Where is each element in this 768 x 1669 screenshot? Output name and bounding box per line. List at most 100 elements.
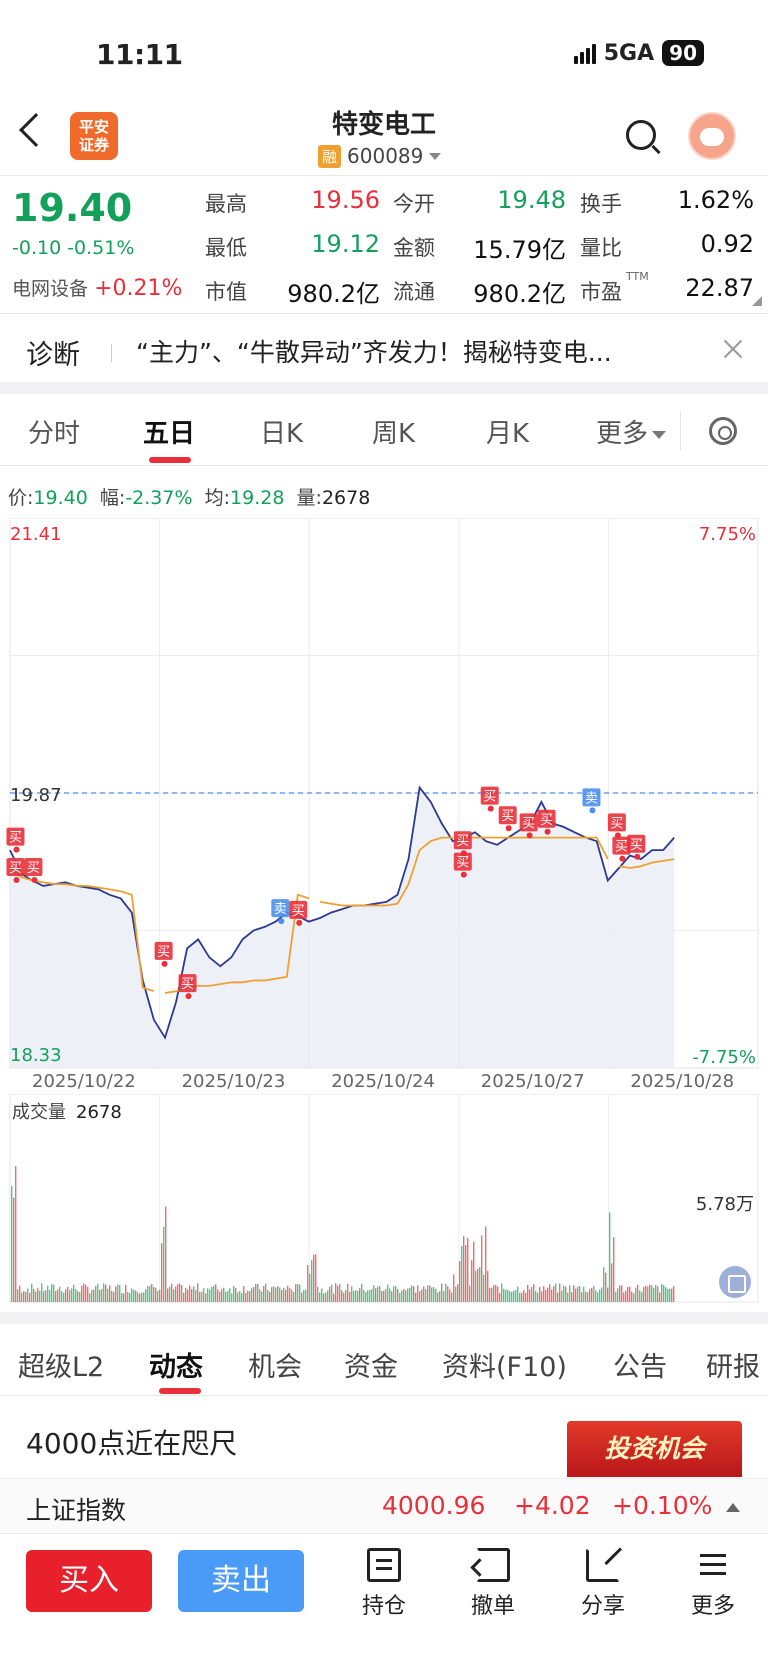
chevron-up-icon[interactable] [726, 1503, 740, 1512]
active-tab-indicator [149, 457, 191, 463]
volume-bar [239, 1291, 241, 1302]
volume-bar [535, 1290, 537, 1302]
volume-bar [231, 1293, 233, 1302]
chart-tab[interactable]: 周K [372, 413, 415, 450]
more-button[interactable]: 更多 [673, 1548, 753, 1620]
volume-bar [481, 1235, 483, 1302]
volume-bar [91, 1289, 93, 1302]
expand-icon[interactable] [719, 1266, 751, 1298]
volume-bar [243, 1286, 245, 1302]
info-tab[interactable]: 资料(F10) [442, 1345, 567, 1384]
volume-bar [437, 1292, 439, 1302]
volume-bar [567, 1292, 569, 1302]
volume-bar [607, 1287, 609, 1302]
volume-bar [257, 1283, 259, 1302]
volume-bar [183, 1292, 185, 1302]
volume-bar [467, 1237, 469, 1302]
volume-bar [669, 1288, 671, 1302]
chart-tab[interactable]: 更多 [596, 413, 667, 450]
chart-tab[interactable]: 五日 [143, 413, 195, 450]
chart-tab[interactable]: 分时 [28, 413, 80, 450]
volume-bar [591, 1287, 593, 1302]
quote-label: 市值 [205, 280, 247, 304]
info-tab[interactable]: 公告 [613, 1345, 667, 1384]
gear-icon[interactable] [709, 417, 737, 445]
intraday-5day-chart[interactable]: 买买 买买买卖 买买买买买买买卖买买买 [0, 518, 768, 1088]
volume-bar [245, 1293, 247, 1302]
close-icon[interactable] [722, 338, 744, 360]
volume-bar [251, 1288, 253, 1302]
volume-bar [215, 1284, 217, 1302]
volume-bar [551, 1289, 553, 1302]
ad-banner[interactable]: 投资机会 [567, 1421, 742, 1477]
volume-bar [273, 1286, 275, 1302]
section-gap-2 [0, 1312, 768, 1324]
quote-label: 市盈 [580, 280, 622, 304]
date-tick-label: 2025/10/27 [480, 1071, 585, 1092]
volume-chart[interactable] [0, 1094, 768, 1304]
trade-marker-label: 买 [292, 904, 305, 919]
volume-bar [329, 1286, 331, 1302]
quote-value: 22.87 [685, 274, 754, 302]
volume-bar [661, 1284, 663, 1302]
volume-bar [589, 1289, 591, 1302]
volume-bar [601, 1287, 603, 1302]
volume-bar [587, 1292, 589, 1302]
avatar[interactable] [688, 112, 736, 160]
volume-bar [483, 1274, 485, 1302]
search-icon[interactable] [626, 120, 656, 150]
volume-bar [435, 1288, 437, 1302]
index-change: +4.02 [514, 1491, 591, 1520]
chart-tab[interactable]: 日K [260, 413, 303, 450]
hold-button[interactable]: 持仓 [344, 1548, 424, 1620]
volume-bar [401, 1290, 403, 1302]
volume-bar [89, 1293, 91, 1302]
volume-bar [367, 1290, 369, 1302]
trade-marker-label: 买 [630, 838, 643, 853]
volume-bar [227, 1290, 229, 1302]
volume-bar [539, 1287, 541, 1302]
volume-bar [289, 1288, 291, 1302]
volume-bar [515, 1290, 517, 1302]
volume-bar [191, 1288, 193, 1302]
volume-bar [159, 1289, 161, 1302]
volume-bar [121, 1293, 123, 1302]
sector-info[interactable]: 电网设备 +0.21% [12, 274, 182, 301]
quote-label: 换手 [580, 192, 622, 216]
trade-marker-dot [296, 919, 303, 926]
volume-bar [543, 1286, 545, 1302]
info-tab[interactable]: 机会 [248, 1345, 302, 1384]
info-tab[interactable]: 超级L2 [18, 1345, 104, 1384]
volume-bar [261, 1291, 263, 1302]
info-tab[interactable]: 资金 [344, 1345, 398, 1384]
trade-marker-label: 买 [540, 813, 553, 828]
volume-bar [341, 1290, 343, 1302]
news-title[interactable]: 4000点近在咫尺 [26, 1422, 237, 1462]
volume-bar [377, 1286, 379, 1302]
volume-bar [557, 1292, 559, 1302]
volume-bar [111, 1290, 113, 1302]
cancel-order-button[interactable]: 撤单 [453, 1548, 533, 1620]
volume-bar [439, 1291, 441, 1302]
volume-bar [129, 1292, 131, 1302]
quote-value: 980.2亿 [473, 280, 566, 308]
date-tick-label: 2025/10/24 [331, 1071, 435, 1092]
chart-tab[interactable]: 月K [486, 413, 529, 450]
volume-bar [611, 1263, 613, 1302]
volume-bar [27, 1288, 29, 1302]
info-tab[interactable]: 动态 [149, 1345, 203, 1384]
volume-bar [265, 1283, 267, 1302]
info-tab[interactable]: 研报 [706, 1345, 760, 1384]
volume-frame [9, 1094, 759, 1303]
volume-bar [153, 1286, 155, 1302]
diagnosis-label[interactable]: 诊断 [26, 333, 80, 372]
sell-button[interactable]: 卖出 [178, 1550, 304, 1612]
diagnosis-headline[interactable]: “主力”、“牛散异动”齐发力！揭秘特变电... [136, 333, 706, 369]
stock-code-selector[interactable]: 融 600089 [318, 144, 442, 168]
share-button[interactable]: 分享 [563, 1548, 643, 1620]
volume-bar [59, 1286, 61, 1302]
volume-bar [549, 1284, 551, 1302]
volume-bar [53, 1284, 55, 1302]
volume-bar [179, 1283, 181, 1302]
buy-button[interactable]: 买入 [26, 1550, 152, 1612]
